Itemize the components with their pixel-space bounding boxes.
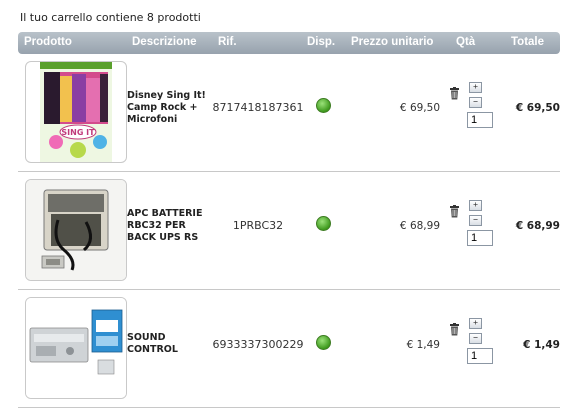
quantity-stepper: + − [469, 200, 482, 230]
header-availability: Disp. [307, 36, 336, 48]
table-row: SOUND CONTROL 6933337300229 € 1,49 + − €… [18, 290, 560, 408]
table-row: SING IT Disney Sing It! Camp Rock + Micr… [18, 54, 560, 172]
line-total: € 68,99 [515, 220, 560, 232]
quantity-input[interactable] [467, 112, 493, 128]
unit-price: € 68,99 [399, 220, 440, 232]
unit-price: € 69,50 [399, 102, 440, 114]
product-image-disney-sing-it[interactable]: SING IT [25, 61, 127, 163]
line-total: € 1,49 [523, 339, 560, 351]
product-ref: 1PRBC32 [232, 219, 284, 232]
minus-icon[interactable]: − [469, 215, 482, 226]
table-header: Prodotto Descrizione Rif. Disp. Prezzo u… [18, 32, 560, 54]
quantity-input[interactable] [467, 348, 493, 364]
plus-icon[interactable]: + [469, 318, 482, 329]
header-total: Totale [511, 36, 545, 48]
product-description[interactable]: APC BATTERIE RBC32 PER BACK UPS RS [127, 208, 215, 244]
trash-icon[interactable] [449, 87, 460, 100]
product-image-sound-control[interactable] [25, 297, 127, 399]
header-qty: Qtà [456, 36, 476, 48]
unit-price: € 1,49 [406, 339, 440, 351]
plus-icon[interactable]: + [469, 82, 482, 93]
product-ref: 6933337300229 [212, 338, 304, 351]
cart-summary: Il tuo carrello contiene 8 prodotti [20, 11, 201, 24]
table-row: APC BATTERIE RBC32 PER BACK UPS RS 1PRBC… [18, 172, 560, 290]
product-image-apc-battery[interactable] [25, 179, 127, 281]
availability-indicator [316, 216, 331, 231]
line-total: € 69,50 [515, 102, 560, 114]
product-ref: 8717418187361 [212, 101, 304, 114]
cart-table: Prodotto Descrizione Rif. Disp. Prezzo u… [18, 32, 560, 408]
quantity-stepper: + − [469, 82, 482, 112]
product-description[interactable]: SOUND CONTROL [127, 332, 215, 356]
plus-icon[interactable]: + [469, 200, 482, 211]
trash-icon[interactable] [449, 205, 460, 218]
availability-indicator [316, 335, 331, 350]
product-description[interactable]: Disney Sing It! Camp Rock + Microfoni [127, 90, 215, 126]
header-description: Descrizione [132, 36, 197, 48]
header-unit-price: Prezzo unitario [351, 36, 434, 48]
svg-text:SING IT: SING IT [61, 128, 95, 137]
quantity-stepper: + − [469, 318, 482, 348]
quantity-input[interactable] [467, 230, 493, 246]
header-ref: Rif. [218, 36, 237, 48]
trash-icon[interactable] [449, 323, 460, 336]
header-product: Prodotto [24, 36, 72, 48]
minus-icon[interactable]: − [469, 97, 482, 108]
minus-icon[interactable]: − [469, 333, 482, 344]
availability-indicator [316, 98, 331, 113]
